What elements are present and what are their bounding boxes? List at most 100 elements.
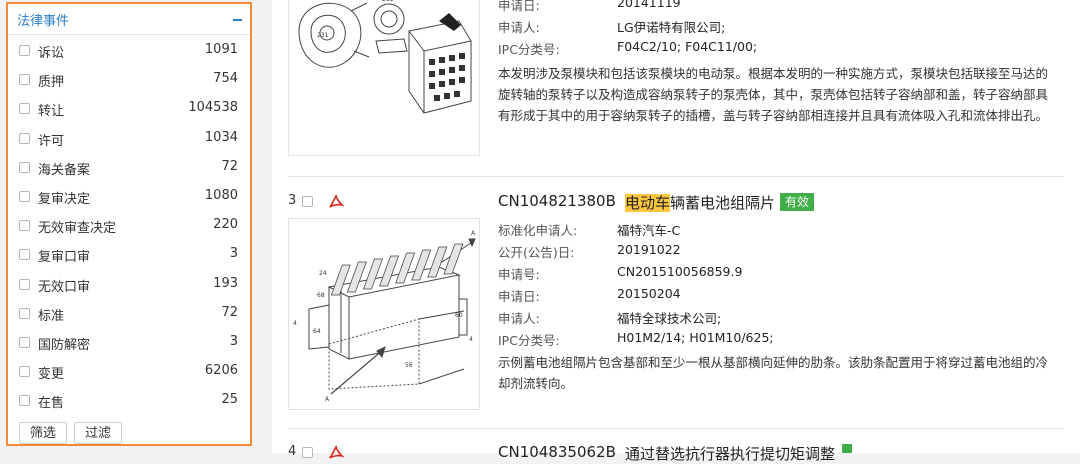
meta-label: 申请日:	[498, 0, 540, 13]
filter-label: 无效审查决定	[38, 221, 117, 237]
drawing-label: 68	[317, 292, 325, 299]
filter-item[interactable]: 无效审查决定 220	[8, 213, 250, 242]
patent-title-link[interactable]: 通过替选抗行器执行提切矩调整	[625, 443, 835, 464]
pdf-icon[interactable]	[328, 194, 344, 210]
filter-label: 国防解密	[38, 337, 91, 353]
filter-item[interactable]: 标准 72	[8, 301, 250, 330]
drawing-label: 231	[317, 32, 329, 39]
filter-label: 变更	[38, 367, 65, 383]
checkbox[interactable]	[19, 395, 30, 407]
status-badge: 有效	[780, 193, 815, 211]
meta-label: 公开(公告)日:	[498, 245, 575, 260]
result-divider	[288, 176, 1064, 177]
meta-value: 20150204	[617, 286, 681, 301]
checkbox[interactable]	[19, 45, 30, 56]
filter-label: 标准	[38, 308, 65, 324]
legal-event-filter-panel: 法律事件 诉讼 1091 质押 754 转让 104538 许可 1034 海关备案 72…	[6, 2, 252, 446]
abstract: 示例蓄电池组隔片包含基部和至少一根从基部横向延伸的肋条。该肋条配置用于将穿过蓄电…	[498, 355, 1049, 391]
filter-button[interactable]: 筛选	[19, 422, 68, 444]
meta-value: 福特汽车-C	[617, 223, 681, 238]
filter-count: 220	[213, 217, 238, 233]
filter-item[interactable]: 质押 754	[8, 67, 250, 96]
meta-label: 申请人:	[498, 311, 540, 326]
checkbox[interactable]	[19, 190, 30, 202]
filter-list: 诉讼 1091 质押 754 转让 104538 许可 1034 海关备案 72 复审决定…	[8, 38, 250, 417]
meta-value: H01M2/14; H01M10/625;	[617, 330, 774, 345]
filter-label: 海关备案	[38, 162, 91, 178]
checkbox[interactable]	[19, 74, 30, 86]
meta-value: 20191022	[617, 242, 681, 257]
result-rank: 3	[288, 193, 297, 208]
battery-drawing: 24 68 64 60 56 4 4 A A	[293, 230, 476, 403]
exclude-button[interactable]: 过滤	[74, 422, 123, 444]
checkbox[interactable]	[19, 161, 30, 173]
drawing-label: 64	[313, 328, 321, 335]
filter-count: 1034	[204, 129, 238, 145]
patent-drawing-thumbnail[interactable]: 24 68 64 60 56 4 4 A A	[288, 218, 480, 410]
drawing-label: A	[471, 230, 476, 237]
filter-item[interactable]: 许可 1034	[8, 126, 250, 155]
meta-label: 申请号:	[498, 267, 540, 282]
checkbox[interactable]	[19, 366, 30, 378]
filter-label: 许可	[38, 133, 65, 149]
title-highlight: 电动车	[625, 194, 671, 212]
filter-item[interactable]: 变更 6206	[8, 359, 250, 388]
patent-number-link[interactable]: CN104821380B	[498, 192, 616, 210]
result-rank: 4	[288, 444, 297, 459]
filter-count: 25	[221, 392, 238, 408]
checkbox[interactable]	[19, 132, 30, 144]
checkbox[interactable]	[19, 307, 30, 319]
checkbox[interactable]	[19, 249, 30, 261]
drawing-label: 60	[455, 312, 463, 319]
panel-title: 法律事件	[17, 14, 70, 29]
panel-header[interactable]: 法律事件	[8, 4, 250, 35]
filter-label: 转让	[38, 104, 65, 120]
result-checkbox[interactable]	[302, 196, 313, 207]
filter-count: 3	[229, 246, 238, 262]
filter-item[interactable]: 转让 104538	[8, 96, 250, 125]
patent-number-link[interactable]: CN104835062B	[498, 443, 616, 461]
filter-label: 在售	[38, 396, 65, 412]
filter-label: 诉讼	[38, 46, 65, 61]
title-text: 辆蓄电池组隔片	[670, 194, 776, 212]
meta-value: CN201510056859.9	[617, 264, 743, 279]
patent-title-link[interactable]: 电动车辆蓄电池组隔片	[625, 192, 775, 213]
filter-item[interactable]: 复审决定 1080	[8, 184, 250, 213]
status-badge	[842, 444, 852, 453]
filter-item[interactable]: 国防解密 3	[8, 330, 250, 359]
meta-label: IPC分类号:	[498, 42, 560, 57]
abstract: 本发明涉及泵模块和包括该泵模块的电动泵。根据本发明的一种实施方式，泵模块包括联接…	[498, 66, 1049, 123]
drawing-label: 56	[405, 362, 413, 369]
filter-count: 754	[213, 71, 238, 87]
pump-drawing: 211 231	[298, 0, 472, 114]
filter-item[interactable]: 无效口审 193	[8, 272, 250, 301]
filter-count: 6206	[204, 363, 238, 379]
checkbox[interactable]	[19, 278, 30, 290]
pdf-icon[interactable]	[328, 445, 344, 461]
patent-drawing-thumbnail[interactable]: 211 231	[288, 0, 480, 156]
filter-item[interactable]: 海关备案 72	[8, 155, 250, 184]
drawing-label: A	[325, 396, 330, 403]
meta-value: 福特全球技术公司;	[617, 311, 722, 326]
filter-label: 复审决定	[38, 191, 91, 207]
filter-label: 无效口审	[38, 279, 91, 295]
drawing-label: 211	[382, 0, 394, 3]
meta-label: 标准化申请人:	[498, 223, 578, 238]
collapse-icon[interactable]	[233, 19, 242, 21]
filter-item[interactable]: 诉讼 1091	[8, 38, 250, 67]
drawing-label: 4	[293, 320, 297, 327]
filter-item[interactable]: 复审口审 3	[8, 242, 250, 271]
checkbox[interactable]	[19, 220, 30, 232]
filter-count: 3	[229, 333, 238, 349]
checkbox[interactable]	[19, 103, 30, 115]
filter-label: 质押	[38, 75, 65, 91]
result-divider	[288, 428, 1064, 429]
meta-value: LG伊诺特有限公司;	[617, 20, 726, 35]
meta-value: 20141119	[617, 0, 681, 10]
filter-count: 1091	[204, 42, 238, 57]
results-list: 211 231 申请日: 20141119 申请人: LG伊诺特有限公司; IP…	[272, 0, 1080, 463]
checkbox[interactable]	[19, 336, 30, 348]
drawing-label: 24	[319, 270, 327, 277]
filter-label: 复审口审	[38, 250, 91, 266]
filter-item[interactable]: 在售 25	[8, 388, 250, 417]
